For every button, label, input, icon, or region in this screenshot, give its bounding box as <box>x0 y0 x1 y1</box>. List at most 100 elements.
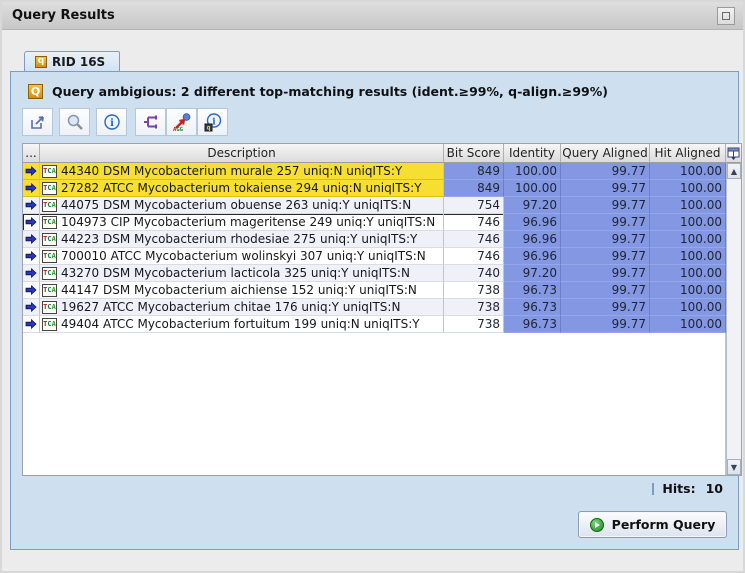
query-aligned-cell[interactable]: 99.77 <box>561 214 650 231</box>
hit-aligned-cell[interactable]: 100.00 <box>650 282 726 299</box>
hit-aligned-cell[interactable]: 100.00 <box>650 316 726 333</box>
row-arrow-icon <box>25 234 37 244</box>
table-row[interactable]: TCA 44075 DSM Mycobacterium obuense 263 … <box>23 197 726 214</box>
query-aligned-cell[interactable]: 99.77 <box>561 231 650 248</box>
submit-sequence-button[interactable]: AGG <box>166 108 197 136</box>
query-aligned-cell[interactable]: 99.77 <box>561 197 650 214</box>
hit-aligned-cell[interactable]: 100.00 <box>650 214 726 231</box>
description-text: 44340 DSM Mycobacterium murale 257 uniq:… <box>61 164 402 178</box>
hit-aligned-cell[interactable]: 100.00 <box>650 231 726 248</box>
query-results-window: Query Results q RID 16S Q Query ambigiou… <box>0 0 745 573</box>
identity-cell[interactable]: 96.73 <box>504 299 561 316</box>
column-config-button[interactable] <box>726 144 741 163</box>
identity-cell[interactable]: 97.20 <box>504 197 561 214</box>
identity-cell[interactable]: 100.00 <box>504 163 561 180</box>
table-row[interactable]: TCA 44340 DSM Mycobacterium murale 257 u… <box>23 163 726 180</box>
column-header-bit-score[interactable]: Bit Score <box>444 144 504 163</box>
row-handle-cell[interactable] <box>23 163 40 180</box>
description-cell[interactable]: TCA 44075 DSM Mycobacterium obuense 263 … <box>40 197 444 214</box>
table-row[interactable]: TCA 49404 ATCC Mycobacterium fortuitum 1… <box>23 316 726 333</box>
warning-text: Query ambigious: 2 different top-matchin… <box>52 84 608 99</box>
row-handle-cell[interactable] <box>23 180 40 197</box>
query-aligned-cell[interactable]: 99.77 <box>561 163 650 180</box>
bit-score-cell[interactable]: 738 <box>444 282 504 299</box>
svg-text:q: q <box>206 125 210 132</box>
identity-cell[interactable]: 96.73 <box>504 282 561 299</box>
info-button[interactable]: i <box>96 108 127 136</box>
bit-score-cell[interactable]: 746 <box>444 214 504 231</box>
scroll-up-button[interactable]: ▲ <box>727 163 741 179</box>
table-row[interactable]: TCA 27282 ATCC Mycobacterium tokaiense 2… <box>23 180 726 197</box>
table-body-rows: TCA 44340 DSM Mycobacterium murale 257 u… <box>23 163 726 475</box>
table-row[interactable]: TCA 104973 CIP Mycobacterium mageritense… <box>23 214 726 231</box>
table-row[interactable]: TCA 44147 DSM Mycobacterium aichiense 15… <box>23 282 726 299</box>
table-row[interactable]: TCA 19627 ATCC Mycobacterium chitae 176 … <box>23 299 726 316</box>
row-handle-cell[interactable] <box>23 214 40 231</box>
identity-cell[interactable]: 96.96 <box>504 248 561 265</box>
identity-cell[interactable]: 96.96 <box>504 231 561 248</box>
description-cell[interactable]: TCA 44147 DSM Mycobacterium aichiense 15… <box>40 282 444 299</box>
scrollbar-track[interactable] <box>727 179 741 459</box>
export-results-button[interactable] <box>22 108 53 136</box>
row-handle-cell[interactable] <box>23 248 40 265</box>
description-cell[interactable]: TCA 49404 ATCC Mycobacterium fortuitum 1… <box>40 316 444 333</box>
hit-aligned-cell[interactable]: 100.00 <box>650 163 726 180</box>
description-cell[interactable]: TCA 44340 DSM Mycobacterium murale 257 u… <box>40 163 444 180</box>
bit-score-cell[interactable]: 746 <box>444 248 504 265</box>
query-aligned-cell[interactable]: 99.77 <box>561 265 650 282</box>
zoom-button[interactable] <box>59 108 90 136</box>
description-cell[interactable]: TCA 43270 DSM Mycobacterium lacticola 32… <box>40 265 444 282</box>
bit-score-cell[interactable]: 746 <box>444 231 504 248</box>
column-header-handle[interactable]: ... <box>23 144 40 163</box>
query-info-button[interactable]: i q <box>197 108 228 136</box>
table-row[interactable]: TCA 700010 ATCC Mycobacterium wolinskyi … <box>23 248 726 265</box>
hit-aligned-cell[interactable]: 100.00 <box>650 265 726 282</box>
hit-aligned-cell[interactable]: 100.00 <box>650 180 726 197</box>
tab-rid-16s[interactable]: q RID 16S <box>24 51 120 71</box>
description-cell[interactable]: TCA 104973 CIP Mycobacterium mageritense… <box>40 214 444 231</box>
float-window-button[interactable] <box>717 7 735 25</box>
bit-score-cell[interactable]: 740 <box>444 265 504 282</box>
column-header-identity[interactable]: Identity <box>504 144 561 163</box>
bit-score-cell[interactable]: 849 <box>444 163 504 180</box>
bit-score-cell[interactable]: 738 <box>444 299 504 316</box>
query-aligned-cell[interactable]: 99.77 <box>561 248 650 265</box>
perform-query-button[interactable]: Perform Query <box>578 511 727 538</box>
row-handle-cell[interactable] <box>23 299 40 316</box>
row-handle-cell[interactable] <box>23 231 40 248</box>
query-aligned-cell[interactable]: 99.77 <box>561 316 650 333</box>
bit-score-cell[interactable]: 754 <box>444 197 504 214</box>
vertical-scrollbar[interactable]: ▲ ▼ <box>726 163 741 475</box>
description-cell[interactable]: TCA 44223 DSM Mycobacterium rhodesiae 27… <box>40 231 444 248</box>
identity-cell[interactable]: 100.00 <box>504 180 561 197</box>
bit-score-cell[interactable]: 738 <box>444 316 504 333</box>
hit-aligned-cell[interactable]: 100.00 <box>650 299 726 316</box>
row-handle-cell[interactable] <box>23 265 40 282</box>
scroll-down-button[interactable]: ▼ <box>727 459 741 475</box>
hit-aligned-cell[interactable]: 100.00 <box>650 197 726 214</box>
identity-cell[interactable]: 97.20 <box>504 265 561 282</box>
description-cell[interactable]: TCA 700010 ATCC Mycobacterium wolinskyi … <box>40 248 444 265</box>
table-body: TCA 44340 DSM Mycobacterium murale 257 u… <box>23 163 741 475</box>
row-handle-cell[interactable] <box>23 316 40 333</box>
column-header-hit-aligned[interactable]: Hit Aligned <box>650 144 726 163</box>
submit-sequence-icon: AGG <box>172 112 192 132</box>
identity-cell[interactable]: 96.73 <box>504 316 561 333</box>
column-header-query-aligned[interactable]: Query Aligned <box>561 144 650 163</box>
hit-aligned-cell[interactable]: 100.00 <box>650 248 726 265</box>
bit-score-cell[interactable]: 849 <box>444 180 504 197</box>
query-aligned-cell[interactable]: 99.77 <box>561 282 650 299</box>
identity-cell[interactable]: 96.96 <box>504 214 561 231</box>
row-handle-cell[interactable] <box>23 197 40 214</box>
tree-button[interactable] <box>135 108 166 136</box>
table-row[interactable]: TCA 43270 DSM Mycobacterium lacticola 32… <box>23 265 726 282</box>
description-cell[interactable]: TCA 19627 ATCC Mycobacterium chitae 176 … <box>40 299 444 316</box>
description-cell[interactable]: TCA 27282 ATCC Mycobacterium tokaiense 2… <box>40 180 444 197</box>
query-aligned-cell[interactable]: 99.77 <box>561 299 650 316</box>
table-row[interactable]: TCA 44223 DSM Mycobacterium rhodesiae 27… <box>23 231 726 248</box>
row-arrow-icon <box>25 183 37 193</box>
row-handle-cell[interactable] <box>23 282 40 299</box>
description-text: 27282 ATCC Mycobacterium tokaiense 294 u… <box>61 181 422 195</box>
query-aligned-cell[interactable]: 99.77 <box>561 180 650 197</box>
column-header-description[interactable]: Description <box>40 144 444 163</box>
